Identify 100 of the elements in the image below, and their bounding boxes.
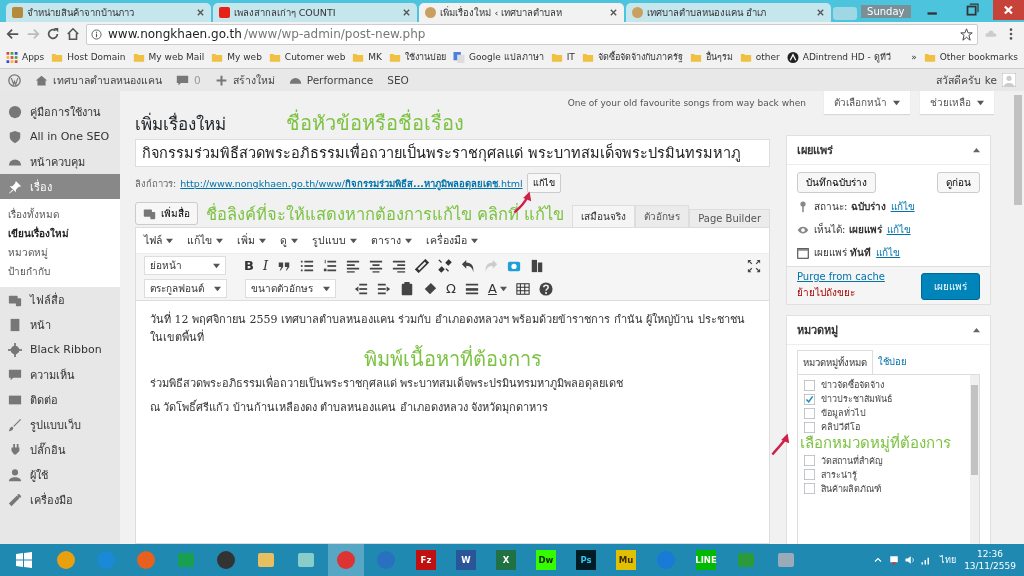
- submenu-item[interactable]: ป้ายกำกับ: [0, 262, 120, 281]
- address-field[interactable]: www.nongkhaen.go.th /www/wp-admin/post-new.php: [86, 23, 978, 45]
- permalink-label: ลิงก์ถาวร:: [135, 176, 177, 191]
- panel-title: เผยแพร่: [797, 143, 833, 159]
- bookmark[interactable]: Apps: [6, 51, 45, 63]
- special-character-button[interactable]: Ω: [446, 281, 456, 296]
- bookmark[interactable]: Cutomer web: [268, 51, 346, 63]
- sidebar-item[interactable]: Black Ribbon: [0, 337, 120, 362]
- permalink-link[interactable]: http://www.nongkhaen.go.th/www/กิจกรรมร่วมพิธีส...หาภูมิพลอดุลยเดช.html: [180, 175, 523, 191]
- taskbar-app[interactable]: Dw: [528, 544, 564, 576]
- language-indicator[interactable]: ไทย: [940, 553, 957, 567]
- format-dropdown[interactable]: ตระกูลฟอนต์: [144, 279, 227, 298]
- bookmark[interactable]: จัดซื้อจัดจ้างกับภาครัฐ: [581, 50, 683, 64]
- sidebar-item[interactable]: ไฟล์สื่อ: [0, 287, 120, 312]
- editor-tab[interactable]: เสมือนจริง: [572, 205, 636, 227]
- submenu-item[interactable]: เขียนเรื่องใหม่: [0, 224, 120, 243]
- title-field[interactable]: กิจกรรมร่วมพิธีสวดพระอภิธรรมเพื่อถวายเป็นพระราชกุศลแด่ พระบาทสมเด็จพระปรมินทรมหาภู: [135, 139, 770, 167]
- bookmark[interactable]: Other bookmarks: [923, 51, 1018, 63]
- screen-meta-button[interactable]: ช่วยเหลือ: [920, 91, 994, 114]
- category-label: ข่าวจัดซื้อจัดจ้าง: [821, 378, 884, 392]
- sidebar-item[interactable]: เรื่อง: [0, 174, 120, 199]
- category-label: ข่าวประชาสัมพันธ์: [821, 393, 892, 406]
- sidebar-item[interactable]: เครื่องมือ: [0, 487, 120, 512]
- bookmark[interactable]: My web: [211, 51, 262, 63]
- taskbar-app[interactable]: Ps: [568, 544, 604, 576]
- body-paragraph: ร่วมพิธีสวดพระอภิธรรมเพื่อถวายเป็นพระราชกุศลแด่ พระบาทสมเด็จพระปรมินทรมหาภูมิพลอดุลยเดช: [150, 375, 625, 392]
- editor-menu[interactable]: รูปแบบ: [312, 232, 357, 249]
- clock[interactable]: 12:36 13/11/2559: [964, 548, 1020, 572]
- screen-meta-button[interactable]: ตัวเลือกหน้า: [824, 91, 910, 114]
- taskbar-app[interactable]: W: [448, 544, 484, 576]
- tab-title: เทศบาลตำบลหนองแคน อำเภ: [647, 6, 768, 20]
- format-dropdown[interactable]: ย่อหน้า: [144, 256, 226, 275]
- body-paragraph: ณ วัดโพธิ์ศรีแก้ว บ้านก้านเหลืองดง ตำบลหนองแคน อำเภอดงหลวง จังหวัดมุกดาหาร: [150, 399, 550, 416]
- italic-button[interactable]: I: [262, 258, 269, 273]
- bookmark[interactable]: ใช้งานบ่อย: [389, 50, 447, 64]
- editor-menu[interactable]: เพิ่ม: [237, 232, 266, 249]
- admin-menu-link[interactable]: SEO: [387, 74, 409, 86]
- edit-link[interactable]: แก้ไข: [890, 199, 915, 214]
- browser-tab[interactable]: เพิ่มเรื่องใหม่ ‹ เทศบาลตำบลห: [419, 3, 625, 22]
- sidebar-item[interactable]: All in One SEO: [0, 124, 120, 149]
- sidebar-item[interactable]: หน้าควบคุม: [0, 149, 120, 174]
- annotation-text: พิมพ์เนื้อหาที่ต้องการ: [363, 345, 542, 373]
- edit-permalink-button[interactable]: แก้ไข: [526, 173, 561, 193]
- sidebar-item[interactable]: คู่มือการใช้งาน: [0, 99, 120, 124]
- more-bookmarks-button[interactable]: »: [911, 52, 917, 62]
- category-label: สินค้าผลิตภัณฑ์: [821, 482, 881, 496]
- edit-link[interactable]: แก้ไข: [886, 222, 911, 237]
- new-content-link[interactable]: สร้างใหม่: [214, 71, 275, 89]
- sidebar-item[interactable]: รูปแบบเว็บ: [0, 412, 120, 437]
- sidebar-item[interactable]: ปลั๊กอิน: [0, 437, 120, 462]
- bookmark[interactable]: My web Mail: [132, 51, 205, 63]
- bookmark[interactable]: Host Domain: [51, 51, 126, 63]
- text-color-button[interactable]: A: [487, 281, 507, 296]
- purge-cache-link[interactable]: Purge from cache: [797, 271, 885, 282]
- category-label: สาระน่ารู้: [821, 468, 857, 482]
- page-heading: เพิ่มเรื่องใหม่: [135, 111, 226, 136]
- editor-menu[interactable]: แก้ไข: [187, 232, 223, 249]
- bookmark[interactable]: ADintrend HD - ดูทีวี: [786, 50, 891, 64]
- taskbar-app[interactable]: Mu: [608, 544, 644, 576]
- editor-tab[interactable]: Page Builder: [689, 209, 770, 227]
- body-paragraph: วันที่ 12 พฤศจิกายน 2559 เทศบาลตำบลหนองแคน ร่วมกับ อำเภอดงหลวงฯ พร้อมด้วยข้าราชการ กำนัน ผู้ใหญ่บ้าน ประชาชนในเขตพื้นที่: [150, 311, 746, 345]
- status-text: เห็นได้: เผยแพร่: [814, 222, 882, 237]
- category-label: วัดสถานที่สำคัญ: [821, 454, 883, 468]
- edit-link[interactable]: แก้ไข: [876, 245, 901, 260]
- taskbar-app[interactable]: Fz: [408, 544, 444, 576]
- publish-button[interactable]: เผยแพร่: [921, 273, 980, 300]
- editor-menu[interactable]: ตาราง: [371, 232, 412, 249]
- category-tab[interactable]: ใช้บ่อย: [873, 350, 912, 374]
- admin-menu-link[interactable]: Performance: [288, 73, 374, 87]
- browser-tab[interactable]: เพลงสากลเก่าๆ COUNTI: [212, 3, 418, 22]
- taskbar-app[interactable]: X: [488, 544, 524, 576]
- bookmark[interactable]: Google แปลภาษา: [453, 50, 544, 64]
- preview-button[interactable]: ดูก่อน: [937, 172, 980, 193]
- editor-menu[interactable]: เครื่องมือ: [426, 232, 478, 249]
- bookmark[interactable]: IT: [550, 51, 575, 63]
- account-link[interactable]: สวัสดีครับ ke: [936, 71, 1016, 89]
- editor-menu[interactable]: ไฟล์: [144, 232, 173, 249]
- trash-link[interactable]: ย้ายไปถังขยะ: [797, 285, 885, 300]
- sidebar-item[interactable]: ติดต่อ: [0, 387, 120, 412]
- bookmark[interactable]: อื่นๆรม: [689, 50, 733, 64]
- category-tab[interactable]: หมวดหมู่ทั้งหมด: [797, 350, 873, 375]
- bookmark[interactable]: MK: [352, 51, 383, 63]
- browser-tab[interactable]: เทศบาลตำบลหนองแคน อำเภ: [626, 3, 831, 22]
- save-draft-button[interactable]: บันทึกฉบับร่าง: [797, 172, 876, 193]
- status-text: เผยแพร่ ทันที: [814, 246, 872, 260]
- category-label: ข้อมูลทั่วไป: [821, 406, 866, 420]
- sidebar-item[interactable]: ผู้ใช้: [0, 462, 120, 487]
- format-dropdown[interactable]: ขนาดตัวอักษร: [245, 279, 336, 298]
- browser-tab[interactable]: จำหน่ายสินค้าจากบ้านภาว: [6, 3, 211, 22]
- editor-tab[interactable]: ตัวอักษร: [635, 205, 690, 227]
- tab-title: จำหน่ายสินค้าจากบ้านภาว: [27, 6, 135, 20]
- sidebar-item[interactable]: ความเห็น: [0, 362, 120, 387]
- bold-button[interactable]: B: [244, 258, 254, 273]
- add-media-button[interactable]: เพิ่มสื่อ: [135, 202, 198, 225]
- bookmark[interactable]: other: [739, 51, 780, 63]
- submenu-item[interactable]: หมวดหมู่: [0, 243, 120, 262]
- submenu-item[interactable]: เรื่องทั้งหมด: [0, 205, 120, 224]
- sidebar-item[interactable]: หน้า: [0, 312, 120, 337]
- site-name-link[interactable]: เทศบาลตำบลหนองแคน: [35, 71, 162, 89]
- editor-menu[interactable]: ดู: [280, 232, 298, 249]
